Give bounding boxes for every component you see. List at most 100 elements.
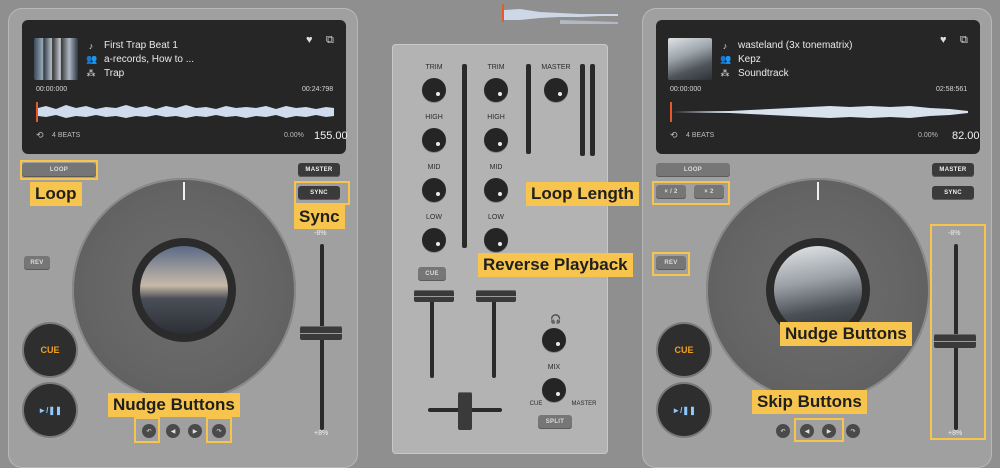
track-artist: a-records, How to ...	[104, 54, 195, 65]
master-meter-right	[590, 64, 595, 156]
external-link-icon[interactable]: ⧉	[326, 34, 334, 47]
pitch-fader-highlight	[930, 224, 986, 440]
play-pause-button[interactable]: ►/❚❚	[24, 384, 76, 436]
pitch-scale-bottom: +8%	[314, 430, 329, 437]
skip-highlight	[794, 418, 844, 442]
ch1-volume-track	[430, 294, 434, 378]
master-volume-knob[interactable]	[544, 78, 568, 102]
annotation-nudge-left: Nudge Buttons	[108, 393, 240, 417]
loop-button[interactable]: LOOP	[656, 163, 730, 177]
ch2-mid-label: MID	[489, 164, 503, 171]
master-button[interactable]: MASTER	[298, 163, 340, 177]
platter-marker	[183, 182, 185, 200]
ch2-high-knob[interactable]	[484, 128, 508, 152]
platter-marker	[817, 182, 819, 200]
pitch-percent: 0.00%	[918, 132, 938, 139]
ch2-low-knob[interactable]	[484, 228, 508, 252]
track-genre: Soundtrack	[738, 68, 789, 79]
mix-master-label: MASTER	[571, 401, 597, 407]
headphones-icon: 🎧	[550, 314, 562, 324]
play-pause-button[interactable]: ►/❚❚	[658, 384, 710, 436]
ch1-level-meter	[462, 64, 467, 248]
annotation-loop-length: Loop Length	[526, 182, 639, 206]
artist-icon: 👥	[86, 54, 98, 64]
loop-icon: ⟲	[670, 130, 678, 140]
nudge-back-icon[interactable]: ↶	[776, 424, 790, 438]
right-album-art	[668, 38, 712, 80]
genre-icon: ⁂	[720, 68, 730, 78]
nudge-forward-icon[interactable]: ↷	[846, 424, 860, 438]
track-genre: Trap	[104, 68, 125, 79]
right-deck-display: ♪ wasteland (3x tonematrix) 👥 Kepz ⁂ Sou…	[656, 20, 980, 154]
headphone-mix-knob[interactable]	[542, 378, 566, 402]
ch1-trim-knob[interactable]	[422, 78, 446, 102]
ch2-trim-knob[interactable]	[484, 78, 508, 102]
loop-highlight	[20, 160, 98, 180]
ch1-volume-fader[interactable]	[414, 290, 454, 302]
ch1-mid-knob[interactable]	[422, 178, 446, 202]
skip-back-icon[interactable]: ◀	[166, 424, 180, 438]
nudge-forward-highlight	[206, 417, 232, 443]
track-title: First Trap Beat 1	[104, 40, 178, 51]
bpm: 155.00	[314, 130, 348, 142]
pitch-fader-handle[interactable]	[300, 326, 342, 340]
annotation-sync: Sync	[294, 205, 345, 229]
platter-artwork	[140, 246, 228, 334]
crossfader-handle[interactable]	[458, 392, 472, 430]
track-title: wasteland (3x tonematrix)	[738, 40, 853, 51]
ch2-level-meter	[526, 64, 531, 154]
ch2-volume-track	[492, 294, 496, 378]
ch2-low-label: LOW	[488, 214, 504, 221]
left-album-art	[34, 38, 78, 80]
sync-button[interactable]: SYNC	[932, 186, 974, 200]
track-artist: Kepz	[738, 54, 761, 65]
annotation-skip: Skip Buttons	[752, 390, 867, 414]
reverse-button[interactable]: REV	[24, 256, 50, 270]
heart-icon[interactable]: ♥	[306, 34, 313, 46]
mixer-panel: TRIM HIGH MID LOW TRIM HIGH MID LOW MAST…	[392, 44, 608, 454]
jog-wheel[interactable]	[72, 178, 296, 402]
genre-icon: ⁂	[86, 68, 96, 78]
time-total: 02:58:561	[936, 86, 968, 93]
split-button[interactable]: SPLIT	[538, 415, 572, 429]
ch1-cue-button[interactable]: CUE	[418, 267, 446, 281]
ch1-high-knob[interactable]	[422, 128, 446, 152]
ch1-low-knob[interactable]	[422, 228, 446, 252]
pitch-scale-top: -8%	[314, 230, 327, 237]
ch2-mid-knob[interactable]	[484, 178, 508, 202]
nudge-back-highlight	[134, 417, 160, 443]
loop-icon: ⟲	[36, 130, 44, 140]
ch1-mid-label: MID	[427, 164, 441, 171]
heart-icon[interactable]: ♥	[940, 34, 947, 46]
skip-forward-icon[interactable]: ▶	[188, 424, 202, 438]
overview-waveform	[502, 4, 618, 24]
headphone-volume-knob[interactable]	[542, 328, 566, 352]
platter-artwork	[774, 246, 862, 334]
reverse-highlight	[652, 252, 690, 276]
annotation-reverse: Reverse Playback	[478, 253, 633, 277]
jog-wheel[interactable]	[706, 178, 930, 402]
loop-length-highlight	[652, 181, 730, 205]
bpm: 82.00	[952, 130, 980, 142]
time-total: 00:24:798	[302, 86, 334, 93]
sync-highlight	[294, 181, 350, 205]
loop-beats: 4 BEATS	[52, 132, 81, 139]
cue-button[interactable]: CUE	[24, 324, 76, 376]
ch1-trim-label: TRIM	[425, 64, 443, 71]
track-waveform[interactable]	[36, 100, 336, 124]
ch1-high-label: HIGH	[425, 114, 443, 121]
annotation-loop: Loop	[30, 182, 82, 206]
pitch-percent: 0.00%	[284, 132, 304, 139]
left-deck-display: ♪ First Trap Beat 1 👥 a-records, How to …	[22, 20, 348, 154]
time-elapsed: 00:00:000	[36, 86, 68, 93]
ch2-trim-label: TRIM	[487, 64, 505, 71]
track-waveform[interactable]	[670, 100, 970, 124]
ch2-volume-fader[interactable]	[476, 290, 516, 302]
cue-button[interactable]: CUE	[658, 324, 710, 376]
mix-cue-label: CUE	[529, 401, 543, 407]
artist-icon: 👥	[720, 54, 732, 64]
master-button[interactable]: MASTER	[932, 163, 974, 177]
music-note-icon: ♪	[88, 40, 94, 51]
external-link-icon[interactable]: ⧉	[960, 34, 968, 47]
loop-beats: 4 BEATS	[686, 132, 715, 139]
